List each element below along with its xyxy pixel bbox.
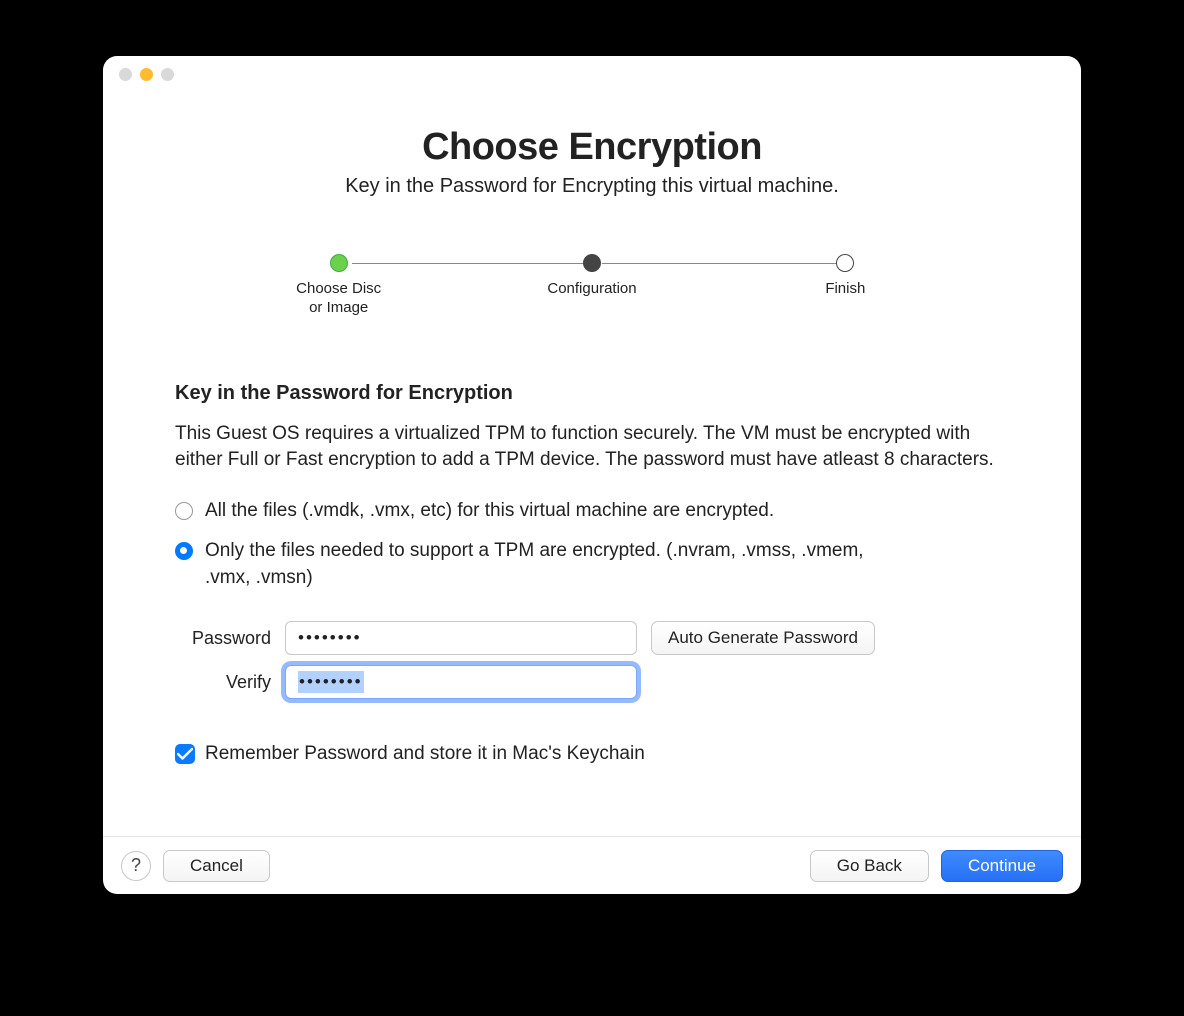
step-dot-icon bbox=[583, 254, 601, 272]
verify-row: Verify •••••••• bbox=[175, 665, 1009, 699]
heading: Choose Encryption Key in the Password fo… bbox=[175, 126, 1009, 198]
remember-password-row[interactable]: Remember Password and store it in Mac's … bbox=[175, 743, 1009, 765]
wizard-stepper: Choose Disc or Image Configuration Finis… bbox=[272, 254, 912, 318]
step-label: Finish bbox=[825, 280, 865, 299]
close-icon[interactable] bbox=[119, 68, 132, 81]
step-finish: Finish bbox=[779, 254, 912, 299]
step-configuration: Configuration bbox=[525, 254, 658, 299]
page-subtitle: Key in the Password for Encrypting this … bbox=[175, 175, 1009, 198]
password-input[interactable]: •••••••• bbox=[285, 621, 637, 655]
page-title: Choose Encryption bbox=[175, 126, 1009, 169]
encryption-options: All the files (.vmdk, .vmx, etc) for thi… bbox=[175, 498, 1009, 592]
step-label: Choose Disc or Image bbox=[296, 280, 381, 318]
radio-label: Only the files needed to support a TPM a… bbox=[205, 538, 905, 591]
go-back-button[interactable]: Go Back bbox=[810, 850, 929, 882]
step-dot-icon bbox=[330, 254, 348, 272]
section-description: This Guest OS requires a virtualized TPM… bbox=[175, 421, 995, 474]
radio-full-encryption[interactable]: All the files (.vmdk, .vmx, etc) for thi… bbox=[175, 498, 1009, 525]
radio-icon bbox=[175, 502, 193, 520]
zoom-icon[interactable] bbox=[161, 68, 174, 81]
verify-value: •••••••• bbox=[298, 671, 364, 693]
step-dot-icon bbox=[836, 254, 854, 272]
section-heading: Key in the Password for Encryption bbox=[175, 382, 1009, 405]
verify-input[interactable]: •••••••• bbox=[285, 665, 637, 699]
password-value: •••••••• bbox=[298, 628, 362, 648]
content: Choose Encryption Key in the Password fo… bbox=[103, 92, 1081, 836]
radio-label: All the files (.vmdk, .vmx, etc) for thi… bbox=[205, 498, 774, 525]
step-label: Configuration bbox=[547, 280, 636, 299]
password-fields: Password •••••••• Auto Generate Password… bbox=[175, 621, 1009, 699]
checkbox-icon bbox=[175, 744, 195, 764]
password-label: Password bbox=[175, 628, 271, 649]
stepper-line bbox=[602, 263, 842, 264]
minimize-icon[interactable] bbox=[140, 68, 153, 81]
continue-button[interactable]: Continue bbox=[941, 850, 1063, 882]
stepper-line bbox=[352, 263, 592, 264]
radio-fast-encryption[interactable]: Only the files needed to support a TPM a… bbox=[175, 538, 1009, 591]
titlebar bbox=[103, 56, 1081, 92]
auto-generate-button[interactable]: Auto Generate Password bbox=[651, 621, 875, 655]
footer: ? Cancel Go Back Continue bbox=[103, 836, 1081, 894]
help-button[interactable]: ? bbox=[121, 851, 151, 881]
remember-label: Remember Password and store it in Mac's … bbox=[205, 743, 645, 765]
password-row: Password •••••••• Auto Generate Password bbox=[175, 621, 1009, 655]
radio-icon bbox=[175, 542, 193, 560]
cancel-button[interactable]: Cancel bbox=[163, 850, 270, 882]
encryption-section: Key in the Password for Encryption This … bbox=[175, 382, 1009, 766]
dialog-window: Choose Encryption Key in the Password fo… bbox=[103, 56, 1081, 894]
verify-label: Verify bbox=[175, 672, 271, 693]
